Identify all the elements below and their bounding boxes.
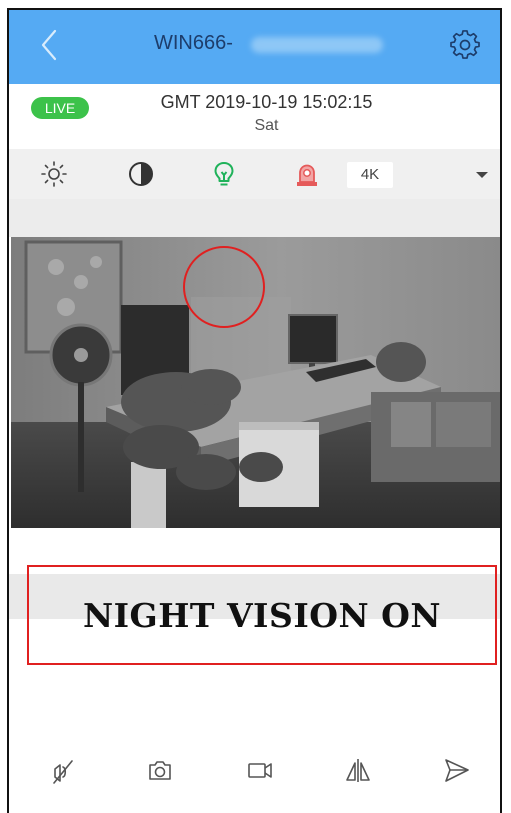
chevron-left-icon[interactable] bbox=[35, 27, 65, 63]
live-video-feed[interactable] bbox=[11, 237, 502, 528]
app-screen: WIN666- LIVE GMT 2019-10-19 15:02:15 Sat bbox=[7, 8, 502, 813]
alarm-siren-icon[interactable] bbox=[292, 159, 322, 189]
app-header: WIN666- bbox=[9, 10, 500, 84]
talk-mute-icon[interactable] bbox=[47, 755, 77, 785]
status-bar: LIVE GMT 2019-10-19 15:02:15 Sat bbox=[9, 84, 500, 149]
night-vision-bulb-icon[interactable] bbox=[209, 159, 239, 189]
bottom-controls bbox=[9, 745, 500, 795]
camera-toolbar: 4K bbox=[9, 149, 500, 199]
record-video-icon[interactable] bbox=[245, 755, 275, 785]
night-vision-caption: NIGHT VISION ON bbox=[82, 595, 442, 635]
annotation-box: NIGHT VISION ON bbox=[27, 565, 497, 665]
flip-mirror-icon[interactable] bbox=[343, 755, 373, 785]
brightness-icon[interactable] bbox=[39, 159, 69, 189]
device-title: WIN666- bbox=[154, 32, 233, 54]
gear-icon[interactable] bbox=[450, 30, 480, 60]
snapshot-camera-icon[interactable] bbox=[145, 755, 175, 785]
top-spacer bbox=[9, 199, 500, 237]
weekday: Sat bbox=[254, 117, 279, 134]
resolution-selector[interactable]: 4K bbox=[347, 162, 393, 188]
contrast-icon[interactable] bbox=[126, 159, 156, 189]
timestamp: GMT 2019-10-19 15:02:15 bbox=[160, 92, 373, 112]
caret-down-icon[interactable] bbox=[471, 161, 493, 187]
send-ptz-icon[interactable] bbox=[441, 755, 471, 785]
blurred-device-id bbox=[251, 37, 383, 53]
